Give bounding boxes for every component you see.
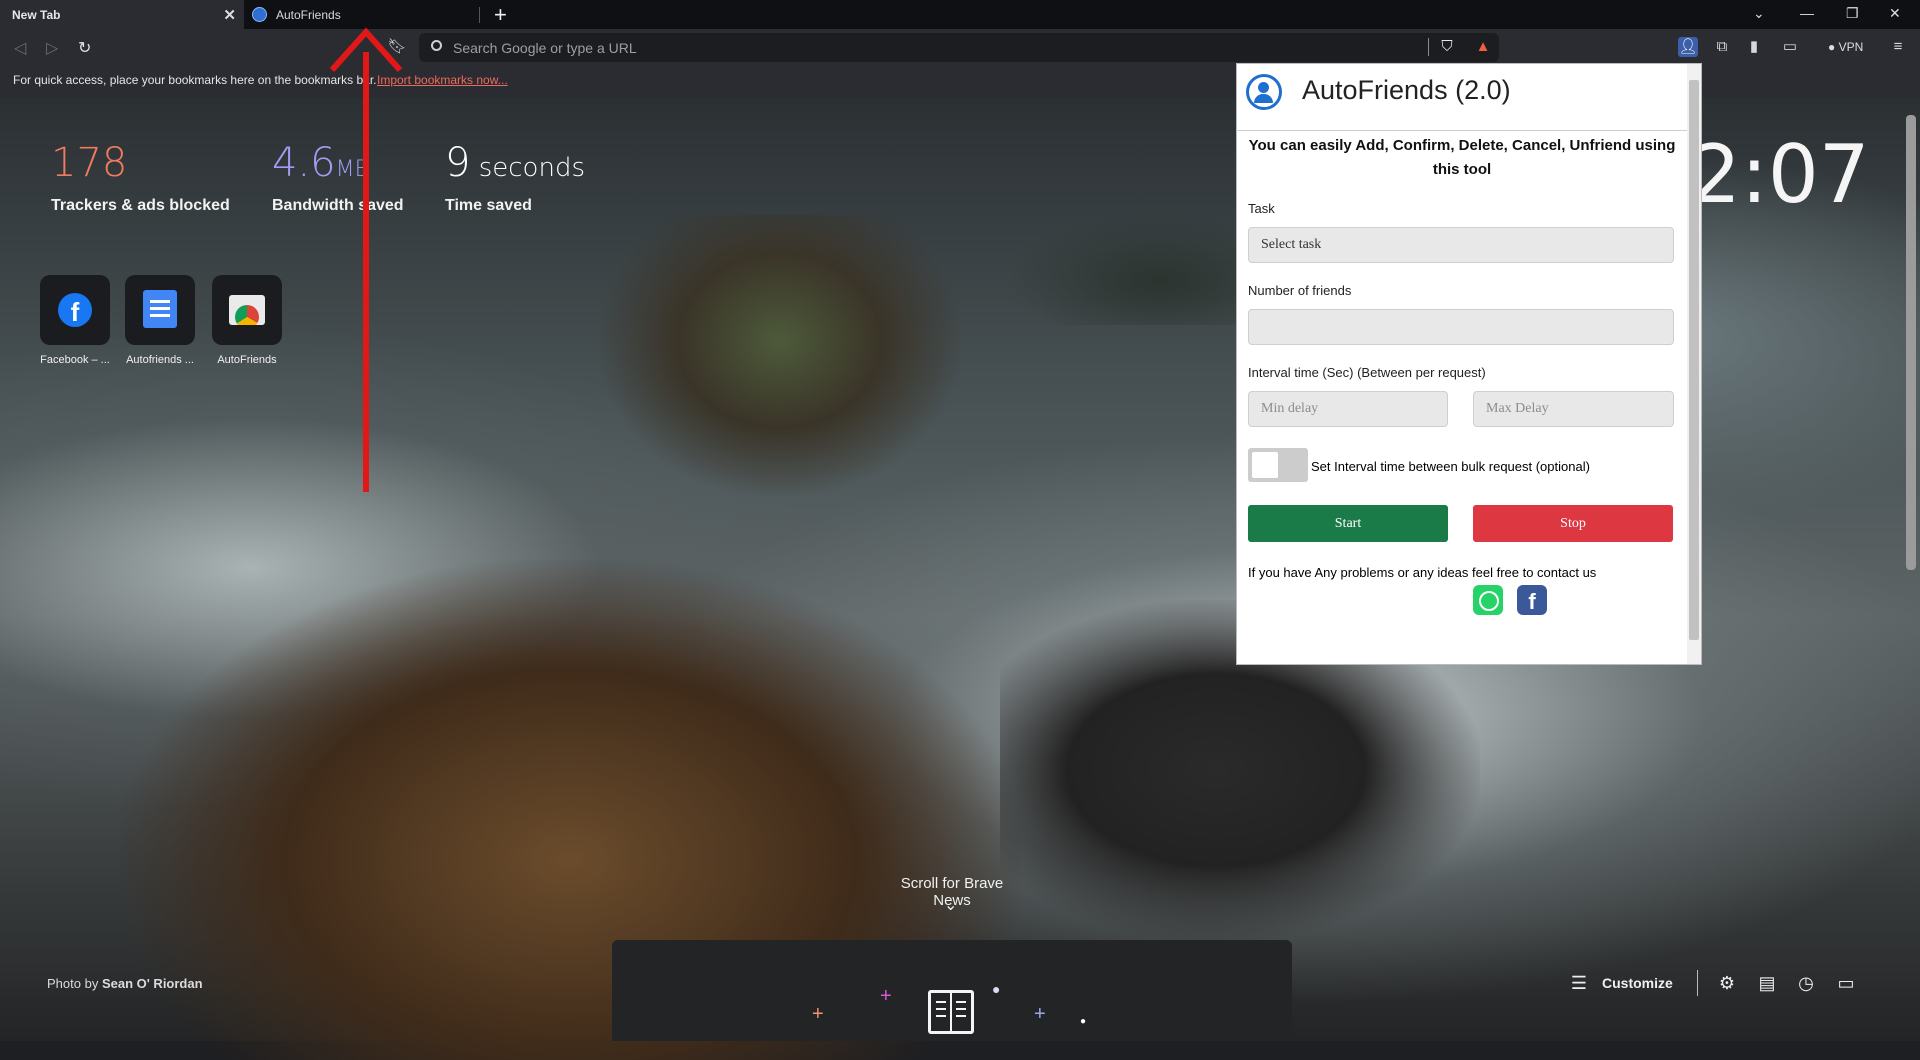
autofriends-logo-icon xyxy=(1246,74,1282,110)
facebook-contact-icon[interactable]: f xyxy=(1517,585,1547,615)
time-saved-value: 9 seconds xyxy=(445,140,585,186)
popup-scrollbar-thumb[interactable] xyxy=(1689,80,1699,640)
bookmarks-bar-message: For quick access, place your bookmarks h… xyxy=(13,73,377,87)
tab-label: AutoFriends xyxy=(276,7,341,22)
tab-new-tab[interactable]: New Tab ✕ xyxy=(0,0,244,29)
friends-count-label: Number of friends xyxy=(1248,283,1352,298)
background-peak xyxy=(600,215,960,495)
page-scrollbar-thumb[interactable] xyxy=(1906,115,1916,570)
red-arrow-annotation xyxy=(363,52,369,492)
contact-text: If you have Any problems or any ideas fe… xyxy=(1248,565,1597,580)
search-icon xyxy=(431,40,442,51)
tab-label: New Tab xyxy=(12,7,61,22)
history-icon[interactable]: ◷ xyxy=(1795,972,1817,994)
customize-sliders-icon[interactable]: ☰ xyxy=(1568,972,1590,994)
whatsapp-icon[interactable] xyxy=(1473,585,1503,615)
settings-gear-icon[interactable]: ⚙ xyxy=(1716,972,1738,994)
restore-icon[interactable]: ❐ xyxy=(1846,5,1859,22)
chevron-down-icon[interactable]: ⌄ xyxy=(944,895,957,915)
task-label: Task xyxy=(1248,201,1275,216)
new-tab-plus-icon[interactable]: + xyxy=(494,2,507,28)
reload-icon[interactable]: ↻ xyxy=(78,38,91,58)
brave-shields-icon[interactable]: ⛉ xyxy=(1437,37,1457,57)
trackers-blocked-count: 178 xyxy=(51,140,128,186)
top-site-label: Autofriends ... xyxy=(126,354,194,366)
close-window-icon[interactable]: ✕ xyxy=(1889,5,1901,22)
tab-search-chevron-icon[interactable]: ⌄ xyxy=(1753,5,1765,22)
min-delay-input[interactable]: Min delay xyxy=(1248,391,1448,427)
top-site-label: AutoFriends xyxy=(217,354,277,366)
omnibox-placeholder: Search Google or type a URL xyxy=(453,40,637,56)
wallet-icon[interactable]: ▭ xyxy=(1780,37,1800,57)
tab-autofriends[interactable]: AutoFriends xyxy=(246,0,480,29)
document-icon xyxy=(143,290,177,328)
top-site-facebook[interactable]: f xyxy=(40,275,110,345)
toggle-knob xyxy=(1252,452,1278,478)
sidebar-icon[interactable]: ▮ xyxy=(1744,37,1764,57)
minimize-icon[interactable]: — xyxy=(1800,5,1814,21)
top-site-autofriends-store[interactable] xyxy=(212,275,282,345)
bandwidth-saved-label: Bandwidth saved xyxy=(272,197,404,214)
interval-label: Interval time (Sec) (Between per request… xyxy=(1248,365,1486,380)
stop-button[interactable]: Stop xyxy=(1473,505,1673,542)
top-site-autofriends-doc[interactable] xyxy=(125,275,195,345)
extensions-icon[interactable]: ⧉ xyxy=(1712,37,1732,57)
vpn-button[interactable]: ● VPN xyxy=(1828,37,1876,57)
close-tab-icon[interactable]: ✕ xyxy=(223,6,236,24)
brave-rewards-icon[interactable]: ▲ xyxy=(1473,37,1493,57)
dot-icon: ● xyxy=(992,981,1001,997)
dot-icon: ● xyxy=(1080,1016,1087,1027)
web-store-icon xyxy=(229,295,265,325)
start-button[interactable]: Start xyxy=(1248,505,1448,542)
bulk-interval-label: Set Interval time between bulk request (… xyxy=(1311,459,1590,474)
photo-credit: Photo by Sean O' Riordan xyxy=(47,976,203,991)
footer-divider xyxy=(1697,970,1698,996)
back-icon[interactable]: ◁ xyxy=(14,38,26,58)
popup-description: You can easily Add, Confirm, Delete, Can… xyxy=(1248,137,1676,178)
red-arrow-head xyxy=(329,27,403,73)
bandwidth-saved-value: 4.6MB xyxy=(272,140,370,186)
brave-talk-video-icon[interactable]: ▭ xyxy=(1835,972,1857,994)
sparkle-icon: + xyxy=(1034,1003,1046,1025)
task-select[interactable]: Select task xyxy=(1248,227,1674,263)
popup-title: AutoFriends (2.0) xyxy=(1302,75,1511,105)
clock: 2:07 xyxy=(1690,128,1870,221)
sparkle-icon: + xyxy=(880,985,892,1007)
forward-icon[interactable]: ▷ xyxy=(46,38,58,58)
top-site-label: Facebook – ... xyxy=(40,354,110,366)
sparkle-icon: + xyxy=(812,1003,824,1025)
trackers-blocked-label: Trackers & ads blocked xyxy=(51,197,230,214)
omnibox-divider xyxy=(1428,38,1429,56)
autofriends-extension-icon[interactable]: 👤︎ xyxy=(1678,37,1698,57)
facebook-icon: f xyxy=(58,293,92,327)
friends-count-input[interactable] xyxy=(1248,309,1674,345)
time-saved-label: Time saved xyxy=(445,197,532,214)
popup-divider xyxy=(1236,130,1687,131)
menu-icon[interactable]: ≡ xyxy=(1888,37,1908,57)
autofriends-favicon-icon xyxy=(252,7,267,22)
news-book-icon xyxy=(928,990,974,1034)
import-bookmarks-link[interactable]: Import bookmarks now... xyxy=(377,73,508,87)
tab-divider xyxy=(479,7,480,23)
vpn-label: VPN xyxy=(1838,40,1864,54)
bookmarks-icon[interactable]: ▤ xyxy=(1756,972,1778,994)
max-delay-input[interactable]: Max Delay xyxy=(1473,391,1674,427)
customize-button[interactable]: Customize xyxy=(1602,975,1673,991)
